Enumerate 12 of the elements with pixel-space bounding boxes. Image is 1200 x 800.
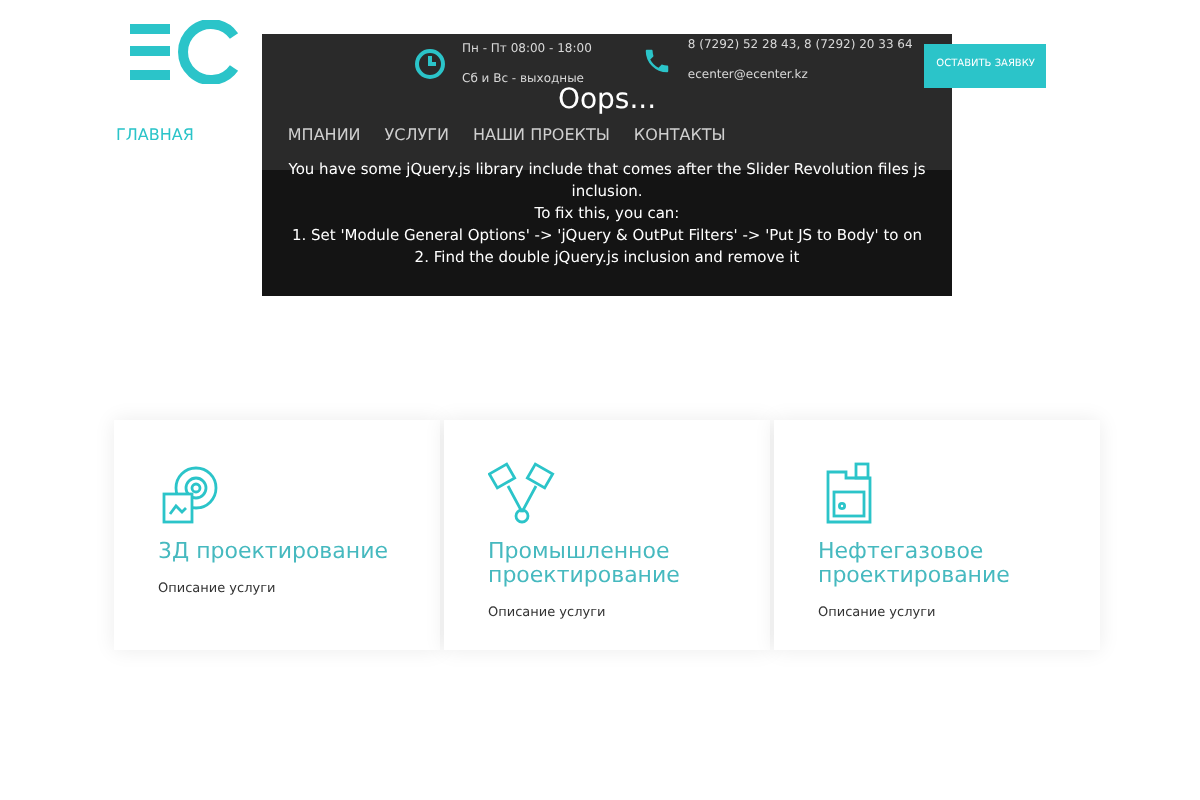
phone-icon xyxy=(641,45,672,75)
pistons-icon xyxy=(488,460,556,528)
nav-link[interactable]: МПАНИИ xyxy=(287,124,361,148)
error-title: Oops... xyxy=(557,86,657,114)
nav-link[interactable]: НАШИ ПРОЕКТЫ xyxy=(473,124,610,148)
logo-icon xyxy=(130,20,240,84)
service-title: Промышленное проектирование xyxy=(488,540,682,588)
nav-link[interactable]: УСЛУГИ xyxy=(384,124,449,148)
nav-link[interactable]: КОНТАКТЫ xyxy=(633,124,726,148)
service-title: Нефтегазовое проектирование xyxy=(818,540,1012,588)
service-title: 3Д проектирование xyxy=(158,540,391,564)
clock-icon xyxy=(414,48,446,80)
